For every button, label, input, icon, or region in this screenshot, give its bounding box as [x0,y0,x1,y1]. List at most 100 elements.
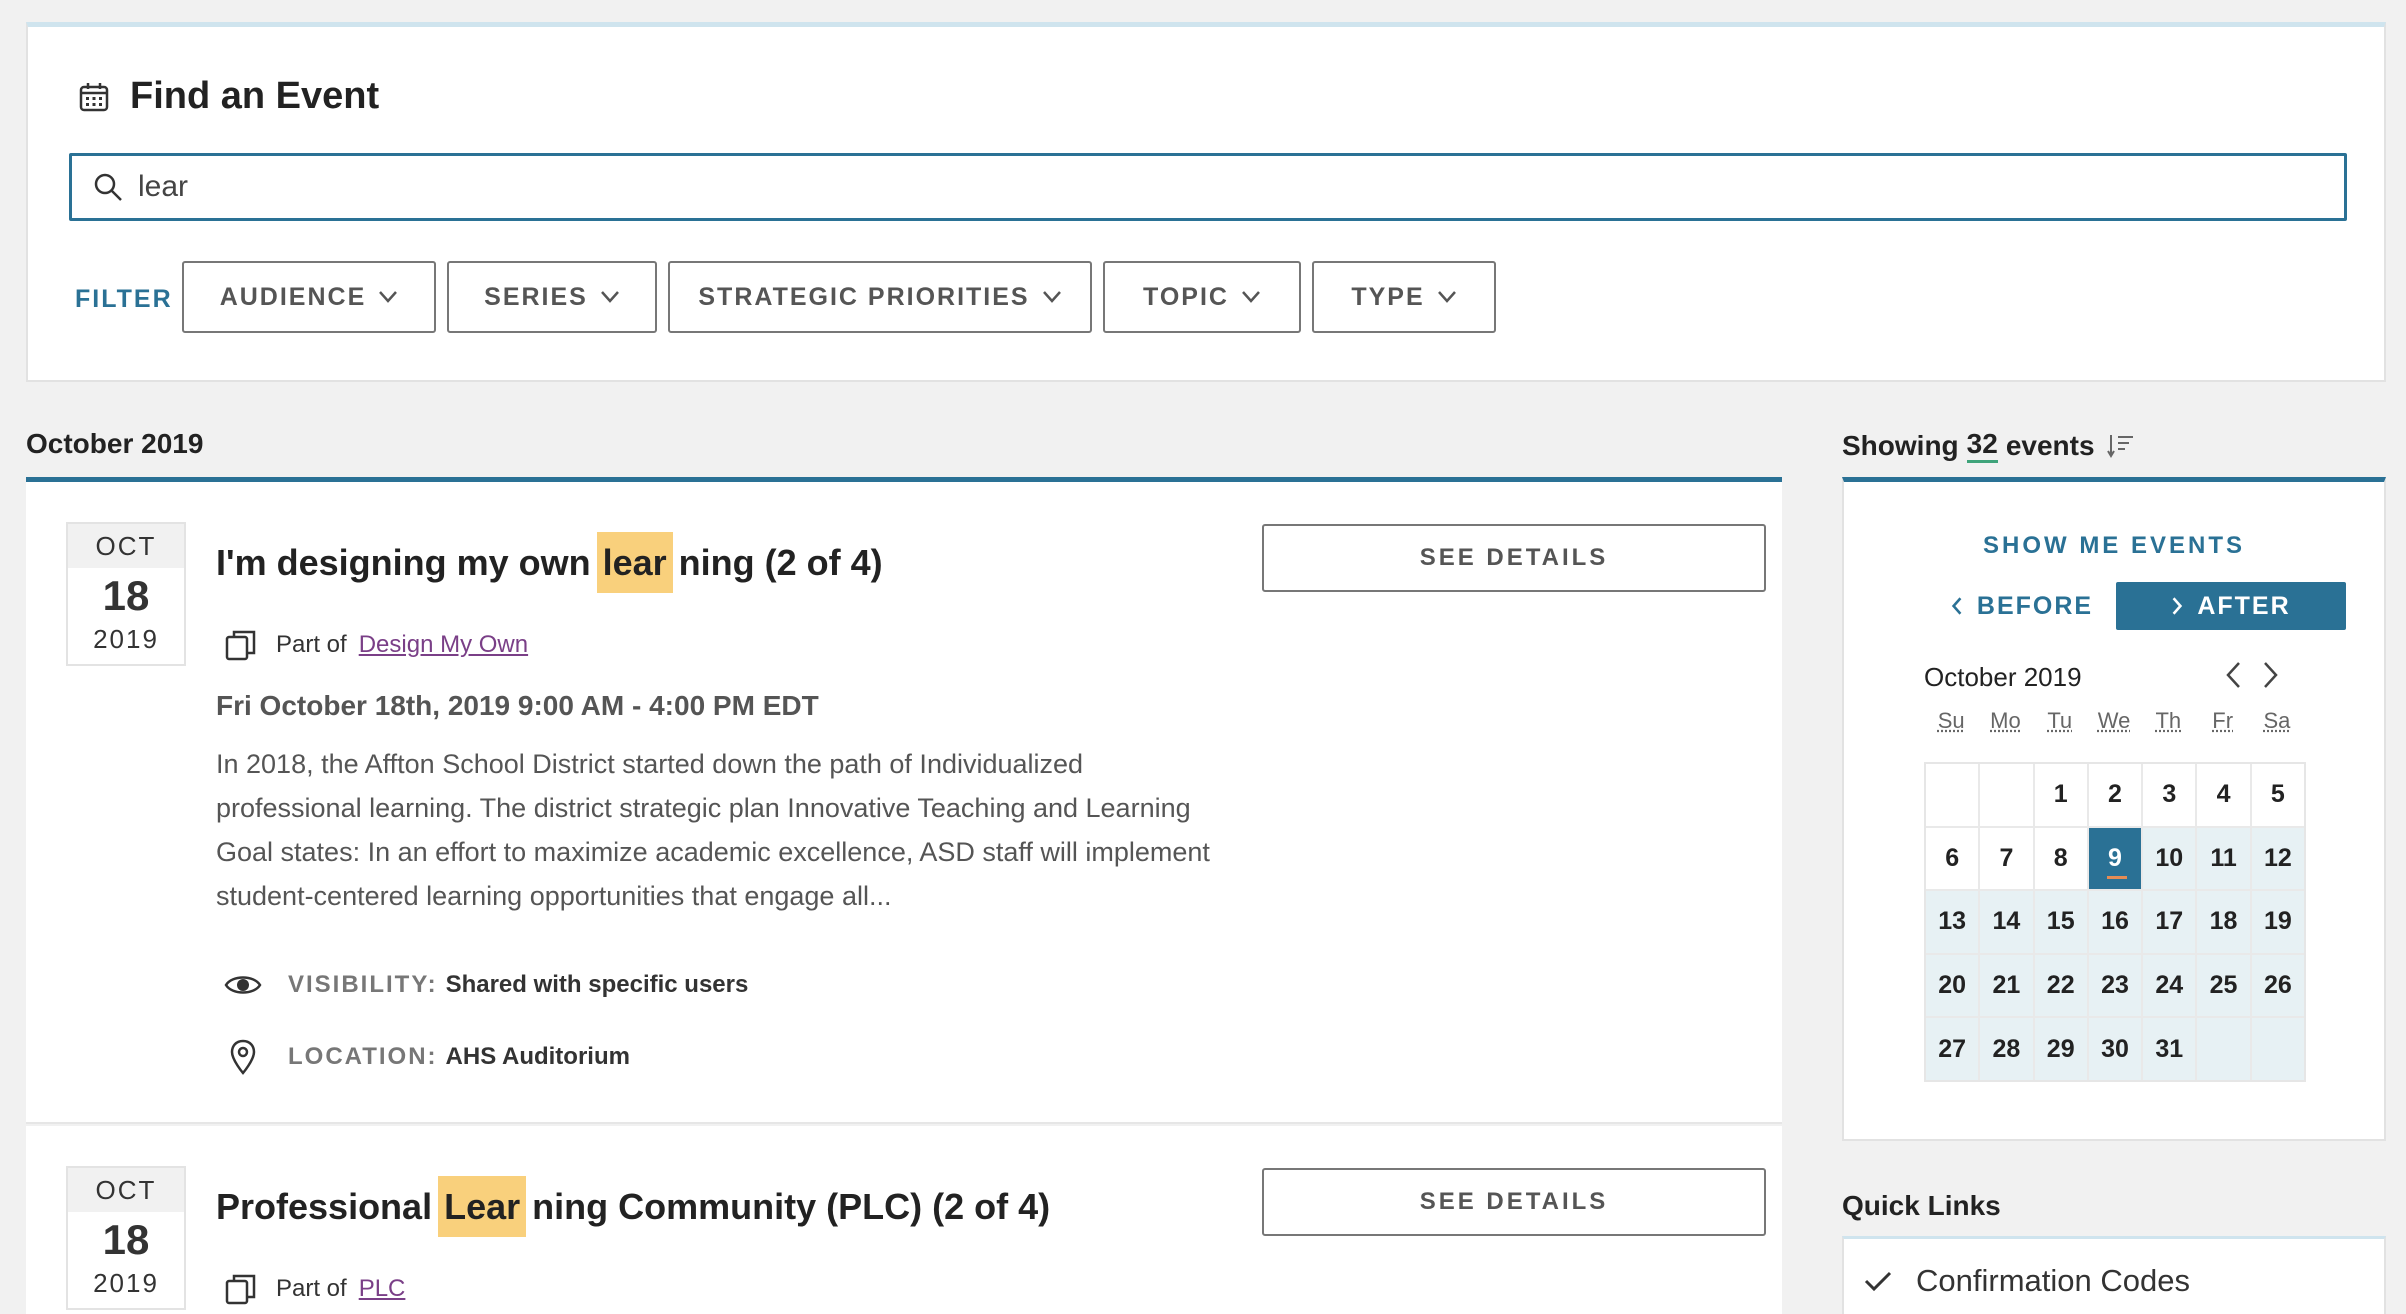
quick-link-label: Confirmation Codes [1916,1263,2190,1298]
calendar-day[interactable]: 24 [2143,954,2196,1017]
event-description: In 2018, the Affton School District star… [216,749,1210,911]
calendar-day[interactable]: 1 [2034,764,2087,826]
calendar-day[interactable]: 20 [1926,954,1979,1017]
event-card: OCT 18 2019 Professional Lear ning Communi… [26,1126,1782,1314]
calendar-day[interactable]: 16 [2088,891,2142,953]
calendar-day[interactable]: 10 [2143,827,2196,890]
calendar-day[interactable]: 18 [2197,891,2250,953]
weekday-label: Th [2155,708,2182,733]
chevron-left-icon [2226,662,2240,688]
before-button[interactable]: BEFORE [1932,582,2112,630]
event-title-text: I'm designing my own [216,542,591,583]
calendar-empty-cell [1980,764,2033,826]
copy-icon [225,630,256,661]
search-box [69,153,2347,221]
weekday-label: Fr [2212,708,2234,733]
event-date-badge: OCT 18 2019 [66,522,186,666]
chevron-left-icon [1951,597,1962,615]
find-event-panel: Find an Event FILTER AUDIENCE SERIES STR… [26,22,2386,382]
event-month: OCT [68,524,184,568]
chevron-down-icon [1437,291,1456,303]
weekday-label: We [2097,708,2131,733]
location-pin-icon [230,1039,256,1075]
event-series: Part of Design My Own [224,628,528,662]
search-highlight: lear [596,532,673,593]
calendar-day[interactable]: 15 [2034,891,2087,953]
filter-series-dropdown[interactable]: SERIES [447,261,657,333]
calendar-day[interactable]: 26 [2251,954,2304,1017]
calendar-next-button[interactable] [2256,658,2286,692]
calendar-empty-cell [2197,1018,2250,1080]
calendar-day[interactable]: 31 [2143,1018,2196,1080]
calendar-weekdays: Su Mo Tu We Th Fr Sa [1924,708,2304,734]
calendar-grid: 1 2 3 4 5 6 7 8 9 10 11 12 13 14 15 16 17 18 19 20 21 22 23 24 2… [1924,762,2306,1082]
calendar-day[interactable]: 28 [1980,1018,2033,1080]
series-link[interactable]: Design My Own [359,631,528,659]
location-value: AHS Auditorium [445,1043,630,1070]
show-me-events-label: SHOW ME EVENTS [1982,532,2246,559]
event-day: 18 [102,572,150,619]
after-label: AFTER [2197,591,2291,620]
event-count: 32 [1966,428,1998,463]
after-button[interactable]: AFTER [2116,582,2346,630]
filter-type-label: TYPE [1351,282,1425,311]
event-series: Part of PLC [224,1272,405,1306]
series-link[interactable]: PLC [359,1275,406,1303]
calendar-prev-button[interactable] [2218,658,2248,692]
chevron-down-icon [600,291,619,303]
calendar-day[interactable]: 3 [2143,764,2196,826]
calendar-day[interactable]: 14 [1980,891,2033,953]
see-details-button[interactable]: SEE DETAILS [1262,524,1766,592]
find-event-header: Find an Event [78,75,379,118]
filter-strategic-priorities-dropdown[interactable]: STRATEGIC PRIORITIES [668,261,1092,333]
event-title[interactable]: Professional Lear ning Community (PLC) (2 … [216,1176,1051,1237]
search-icon [94,173,122,201]
calendar-day[interactable]: 9 [2088,827,2142,890]
filter-type-dropdown[interactable]: TYPE [1312,261,1496,333]
event-title-text: ning Community (PLC) (2 of 4) [532,1186,1051,1227]
date-filter-panel: SHOW ME EVENTS BEFORE AFTER October 2019… [1842,477,2386,1141]
calendar-day[interactable]: 12 [2251,827,2304,890]
calendar-day[interactable]: 17 [2143,891,2196,953]
calendar-day[interactable]: 19 [2251,891,2304,953]
calendar-day[interactable]: 25 [2197,954,2250,1017]
event-month: OCT [68,1168,184,1212]
calendar-day[interactable]: 6 [1926,827,1979,890]
page-title: Find an Event [130,75,380,117]
calendar-day[interactable]: 11 [2197,827,2250,890]
calendar-day[interactable]: 8 [2034,827,2087,890]
event-time: Fri October 18th, 2019 9:00 AM - 4:00 PM… [216,690,819,721]
calendar-day[interactable]: 4 [2197,764,2250,826]
event-title[interactable]: I'm designing my own lear ning (2 of 4) [216,532,883,593]
event-date-badge: OCT 18 2019 [66,1166,186,1310]
see-details-button[interactable]: SEE DETAILS [1262,1168,1766,1236]
calendar-day[interactable]: 30 [2088,1018,2142,1080]
showing-suffix: events [2005,429,2095,461]
quick-link-confirmation-codes[interactable]: Confirmation Codes [1864,1263,2190,1299]
quick-links-title: Quick Links [1842,1190,2001,1221]
filter-topic-dropdown[interactable]: TOPIC [1103,261,1301,333]
event-card: OCT 18 2019 I'm designing my own lear ning… [26,482,1782,1124]
event-title-text: ning (2 of 4) [678,542,883,583]
event-year: 2019 [93,1268,159,1298]
calendar-day[interactable]: 21 [1980,954,2033,1017]
search-input[interactable] [138,170,2238,204]
weekday-label: Su [1937,708,1965,733]
part-of-label: Part of [276,1275,347,1302]
visibility-value: Shared with specific users [445,971,749,998]
month-header: October 2019 [26,428,204,459]
calendar-day[interactable]: 7 [1980,827,2033,890]
calendar-day[interactable]: 2 [2088,764,2142,826]
filter-audience-dropdown[interactable]: AUDIENCE [182,261,436,333]
location-label: LOCATION: [288,1043,438,1070]
calendar-day[interactable]: 23 [2088,954,2142,1017]
calendar-day[interactable]: 13 [1926,891,1979,953]
calendar-day[interactable]: 5 [2251,764,2304,826]
calendar-day[interactable]: 29 [2034,1018,2087,1080]
sort-icon[interactable] [2106,433,2135,459]
calendar-day[interactable]: 27 [1926,1018,1979,1080]
event-title-text: Professional [216,1186,433,1227]
calendar-day[interactable]: 22 [2034,954,2087,1017]
before-label: BEFORE [1976,591,2094,620]
calendar-icon [79,82,109,111]
